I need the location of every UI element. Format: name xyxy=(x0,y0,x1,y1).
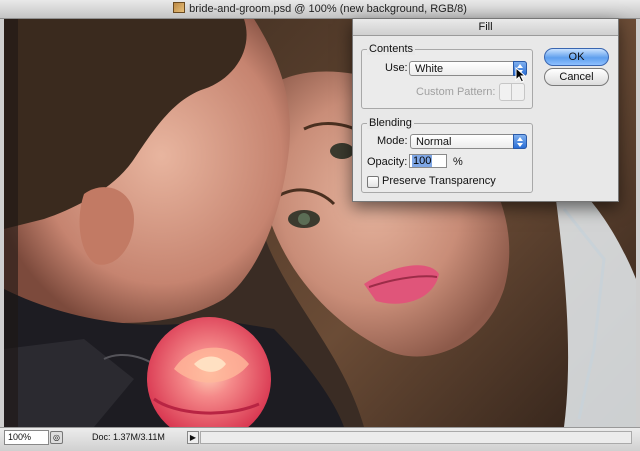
opacity-input[interactable]: 100 xyxy=(409,154,447,168)
use-label: Use: xyxy=(385,62,408,74)
pattern-dropdown-icon xyxy=(511,83,525,101)
preserve-transparency-label: Preserve Transparency xyxy=(382,175,496,187)
cancel-button[interactable]: Cancel xyxy=(544,68,609,86)
window-titlebar[interactable]: bride-and-groom.psd @ 100% (new backgrou… xyxy=(0,0,640,19)
ok-button[interactable]: OK xyxy=(544,48,609,66)
use-select[interactable]: White xyxy=(409,61,527,76)
fill-dialog: Fill Contents Use: White Custom Pattern:… xyxy=(352,18,619,202)
contents-group-label: Contents xyxy=(367,43,416,55)
custom-pattern-label: Custom Pattern: xyxy=(416,86,496,98)
zoom-field[interactable]: 100% xyxy=(4,430,49,445)
opacity-value: 100 xyxy=(412,155,433,167)
mode-select-value: Normal xyxy=(416,136,452,148)
window-title: bride-and-groom.psd @ 100% (new backgrou… xyxy=(189,3,467,15)
document-info: Doc: 1.37M/3.11M xyxy=(92,432,165,442)
dialog-title: Fill xyxy=(353,19,618,36)
mouse-pointer-icon xyxy=(515,67,527,83)
psd-file-icon xyxy=(173,2,186,13)
blending-group-label: Blending xyxy=(367,117,414,129)
mode-select[interactable]: Normal xyxy=(410,134,527,149)
preserve-transparency-checkbox[interactable] xyxy=(367,176,379,188)
horizontal-scrollbar[interactable] xyxy=(200,431,632,444)
opacity-label: Opacity: xyxy=(367,156,408,168)
mode-label: Mode: xyxy=(377,135,408,147)
photoshop-document-window: bride-and-groom.psd @ 100% (new backgrou… xyxy=(0,0,640,451)
use-select-value: White xyxy=(415,63,444,75)
opacity-unit: % xyxy=(453,156,463,168)
chevron-updown-icon xyxy=(513,134,527,149)
document-status-icon[interactable]: ◎ xyxy=(50,431,63,444)
custom-pattern-picker xyxy=(499,83,525,101)
triangle-right-icon[interactable]: ▶ xyxy=(187,431,199,444)
status-bar: 100% ◎ Doc: 1.37M/3.11M ▶ xyxy=(0,427,640,451)
